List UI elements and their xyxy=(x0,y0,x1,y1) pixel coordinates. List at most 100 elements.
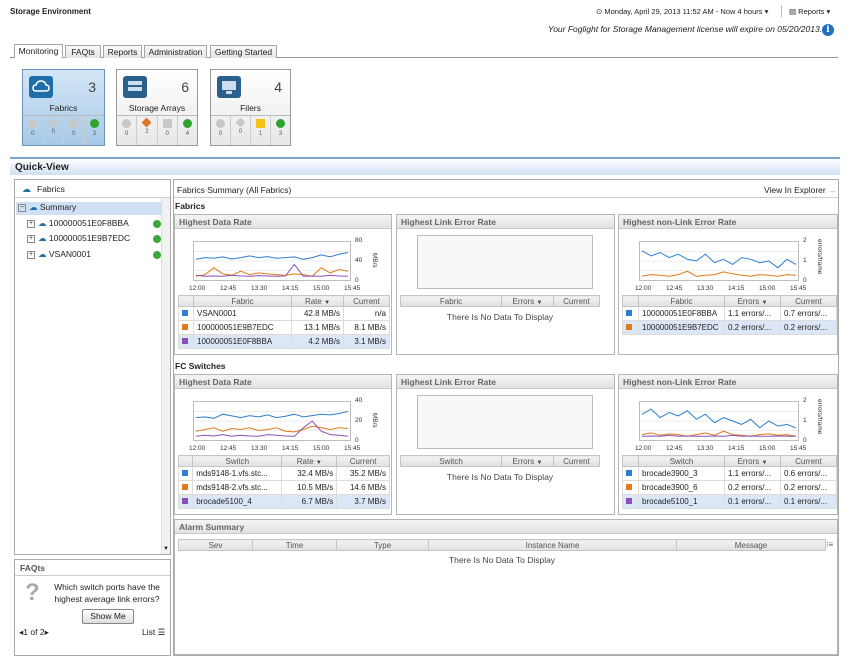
normal-check-icon xyxy=(182,119,192,128)
column-header-sorted[interactable]: Rate ▼ xyxy=(281,455,338,467)
tree-item[interactable]: + ☁ VSAN0001 xyxy=(27,249,161,262)
cell: 6.7 MB/s xyxy=(281,494,338,509)
status-cell[interactable]: 2 xyxy=(137,116,158,145)
y-tick: 2 xyxy=(803,397,807,404)
status-cell[interactable]: 3 xyxy=(271,116,290,145)
x-tick: 15:00 xyxy=(759,445,776,452)
status-cell[interactable]: 4 xyxy=(178,116,197,145)
faq-pager[interactable]: ◂1 of 2▸ xyxy=(19,627,49,638)
section-fabrics: Fabrics xyxy=(175,201,206,211)
expand-icon[interactable]: + xyxy=(27,234,35,243)
table-row[interactable]: brocade5100_1 0.1 errors/... 0.1 errors/..… xyxy=(622,494,837,509)
expand-icon[interactable]: + xyxy=(27,219,35,228)
cell: brocade5100_1 xyxy=(638,494,725,509)
y-axis-label: errors/frame xyxy=(816,399,823,435)
fabric-icon: ☁ xyxy=(38,249,49,259)
table-row[interactable]: 100000051E0F8BBA 4.2 MB/s 3.1 MB/s xyxy=(178,334,390,349)
sort-desc-icon: ▼ xyxy=(536,299,543,306)
column-header-sorted[interactable]: Errors ▼ xyxy=(724,455,781,467)
tile-fabrics[interactable]: 3 Fabrics 0 0 0 3 xyxy=(22,69,105,146)
sort-desc-icon: ▼ xyxy=(315,459,322,466)
column-chooser-icon[interactable]: ⁝≡ xyxy=(826,540,833,549)
time-range-selector[interactable]: ⊙ Monday, April 29, 2013 11:52 AM - Now … xyxy=(596,7,768,16)
column-header[interactable]: Current xyxy=(336,455,390,467)
column-header[interactable]: Sev xyxy=(178,539,253,551)
tree-scrollbar[interactable]: ▼ xyxy=(161,198,170,554)
cell: 32.4 MB/s xyxy=(281,466,338,481)
status-cell[interactable]: 0 xyxy=(44,116,64,145)
tab-faqts[interactable]: FAQts xyxy=(65,45,101,58)
next-icon[interactable]: ▸ xyxy=(45,627,49,637)
table-row[interactable]: mds9148-1.vfs.stc... 32.4 MB/s 35.2 MB/s xyxy=(177,466,390,481)
column-header[interactable]: Switch xyxy=(192,455,283,467)
cell: 0.1 errors/... xyxy=(724,494,781,509)
view-in-explorer-link[interactable]: View In Explorer → xyxy=(764,185,837,195)
column-header[interactable]: Fabric xyxy=(638,295,725,307)
tile-count: 6 xyxy=(181,79,189,95)
table-row[interactable]: brocade5100_4 6.7 MB/s 3.7 MB/s xyxy=(177,494,390,509)
list-view-link[interactable]: List ☰ xyxy=(142,627,165,638)
status-cell[interactable]: 0 xyxy=(23,116,44,145)
column-header[interactable]: Current xyxy=(343,295,390,307)
column-header-sorted[interactable]: Errors ▼ xyxy=(501,295,554,307)
scroll-down-icon[interactable]: ▼ xyxy=(163,546,169,552)
x-tick: 15:00 xyxy=(759,285,776,292)
status-cell[interactable]: 1 xyxy=(251,116,271,145)
status-cell[interactable]: 0 xyxy=(231,116,251,145)
cell: n/a xyxy=(343,306,390,321)
column-header[interactable]: Time xyxy=(252,539,337,551)
status-cell[interactable]: 0 xyxy=(211,116,231,145)
tree-item[interactable]: + ☁ 100000051E0F8BBA xyxy=(27,218,161,231)
tile-filers[interactable]: 4 Filers 0 0 1 3 xyxy=(210,69,291,146)
column-header-sorted[interactable]: Errors ▼ xyxy=(501,455,554,467)
column-header[interactable]: Switch xyxy=(400,455,502,467)
column-header-sorted[interactable]: Errors ▼ xyxy=(724,295,781,307)
tab-monitoring[interactable]: Monitoring xyxy=(14,44,63,58)
info-icon[interactable]: i xyxy=(822,24,834,36)
show-me-button[interactable]: Show Me xyxy=(82,609,134,624)
table-row[interactable]: 100000051E9B7EDC 0.2 errors/... 0.2 errors… xyxy=(622,320,837,335)
tile-storage-arrays[interactable]: 6 Storage Arrays 0 2 0 4 xyxy=(116,69,198,146)
tab-getting-started[interactable]: Getting Started xyxy=(210,45,277,58)
table-row[interactable]: brocade3900_6 0.2 errors/... 0.2 errors/..… xyxy=(622,480,837,495)
reports-menu[interactable]: ▤ Reports ▾ xyxy=(789,7,830,16)
column-header[interactable]: Switch xyxy=(638,455,725,467)
series-swatch xyxy=(182,484,188,490)
column-header[interactable]: Message xyxy=(676,539,826,551)
x-tick: 15:45 xyxy=(344,285,361,292)
status-cell[interactable]: 0 xyxy=(117,116,138,145)
table-row[interactable]: brocade3900_3 1.1 errors/... 0.6 errors/..… xyxy=(622,466,837,481)
tree-item-summary[interactable]: − ☁ Summary xyxy=(16,202,161,215)
no-data-message: There Is No Data To Display xyxy=(446,472,554,482)
tab-administration[interactable]: Administration xyxy=(144,45,207,58)
no-data-message: There Is No Data To Display xyxy=(448,555,556,565)
series-line xyxy=(641,434,796,437)
table-row[interactable]: VSAN0001 42.8 MB/s n/a xyxy=(178,306,390,321)
y-tick: 1 xyxy=(803,417,807,424)
data-table: Switch Errors ▼ Current brocade3900_3 1.1 e… xyxy=(622,455,837,509)
cell: 1.1 errors/... xyxy=(724,466,781,481)
list-icon: ☰ xyxy=(157,627,166,637)
table-row[interactable]: mds9148-2.vfs.stc... 10.5 MB/s 14.6 MB/s xyxy=(177,480,390,495)
table-row[interactable]: 100000051E0F8BBA 1.1 errors/... 0.7 errors… xyxy=(622,306,837,321)
column-header[interactable]: Type xyxy=(336,539,429,551)
column-header[interactable]: Current xyxy=(780,455,837,467)
table-row[interactable]: 100000051E9B7EDC 13.1 MB/s 8.1 MB/s xyxy=(178,320,390,335)
cell: mds9148-1.vfs.stc... xyxy=(192,466,283,481)
column-label: Errors xyxy=(512,456,535,466)
column-header[interactable]: Fabric xyxy=(400,295,502,307)
column-header[interactable]: Fabric xyxy=(193,295,292,307)
status-cell[interactable]: 0 xyxy=(158,116,178,145)
column-header[interactable]: Current xyxy=(553,455,600,467)
series-swatch xyxy=(182,470,188,476)
column-header[interactable]: Current xyxy=(553,295,600,307)
column-header[interactable]: Current xyxy=(780,295,837,307)
status-cell[interactable]: 3 xyxy=(85,116,105,145)
status-cell[interactable]: 0 xyxy=(64,116,85,145)
collapse-icon[interactable]: − xyxy=(18,203,26,212)
tab-reports[interactable]: Reports xyxy=(103,45,142,58)
column-header-sorted[interactable]: Rate ▼ xyxy=(291,295,344,307)
tree-item[interactable]: + ☁ 100000051E9B7EDC xyxy=(27,233,161,246)
expand-icon[interactable]: + xyxy=(27,250,35,259)
column-header[interactable]: Instance Name xyxy=(428,539,677,551)
